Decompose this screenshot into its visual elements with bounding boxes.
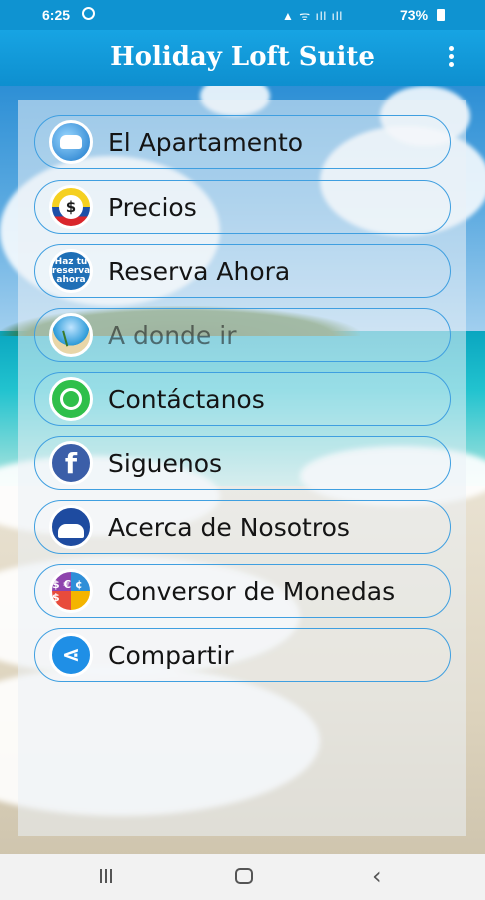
recent-apps-icon[interactable]	[100, 869, 118, 883]
share-icon: ⋖	[49, 633, 93, 677]
menu-item-label: Conversor de Monedas	[108, 577, 396, 606]
book-now-icon: Haz tu reserva ahora	[49, 249, 93, 293]
battery-icon	[437, 9, 445, 21]
menu-item-label: Contáctanos	[108, 385, 265, 414]
app-bar: Holiday Loft Suite	[0, 30, 485, 86]
status-time: 6:25	[42, 7, 71, 23]
menu-item-el-apartamento[interactable]: El Apartamento	[34, 115, 451, 169]
menu-item-label: Acerca de Nosotros	[108, 513, 350, 542]
signal-icon: ▲ ᯤ ıll ıll	[282, 9, 344, 23]
menu-item-label: A donde ir	[108, 321, 237, 350]
battery-percent: 73%	[400, 7, 429, 23]
about-us-icon	[49, 505, 93, 549]
system-nav-bar: ‹	[0, 854, 485, 900]
menu-item-acerca-de-nosotros[interactable]: Acerca de Nosotros	[34, 500, 451, 554]
menu-item-siguenos[interactable]: f Siguenos	[34, 436, 451, 490]
menu-item-label: Reserva Ahora	[108, 257, 291, 286]
where-to-go-icon	[49, 313, 93, 357]
whatsapp-notification-icon	[82, 7, 95, 20]
facebook-icon: f	[49, 441, 93, 485]
more-vert-icon[interactable]	[447, 46, 455, 70]
menu-item-conversor-de-monedas[interactable]: $ € ¢ $ Conversor de Monedas	[34, 564, 451, 618]
menu-item-label: El Apartamento	[108, 128, 304, 157]
apartment-icon	[49, 120, 93, 164]
home-icon[interactable]	[235, 868, 253, 884]
menu-item-label: Precios	[108, 193, 197, 222]
menu-item-compartir[interactable]: ⋖ Compartir	[34, 628, 451, 682]
menu-item-reserva-ahora[interactable]: Haz tu reserva ahora Reserva Ahora	[34, 244, 451, 298]
whatsapp-icon	[49, 377, 93, 421]
menu-item-label: Siguenos	[108, 449, 223, 478]
status-bar: 6:25 ▲ ᯤ ıll ıll 73%	[0, 0, 485, 30]
menu-item-contactanos[interactable]: Contáctanos	[34, 372, 451, 426]
back-icon[interactable]: ‹	[372, 862, 382, 890]
currency-converter-icon: $ € ¢ $	[49, 569, 93, 613]
menu-item-precios[interactable]: $ Precios	[34, 180, 451, 234]
menu-item-a-donde-ir[interactable]: A donde ir	[34, 308, 451, 362]
menu-item-label: Compartir	[108, 641, 234, 670]
prices-icon: $	[49, 185, 93, 229]
app-title: Holiday Loft Suite	[110, 42, 375, 72]
